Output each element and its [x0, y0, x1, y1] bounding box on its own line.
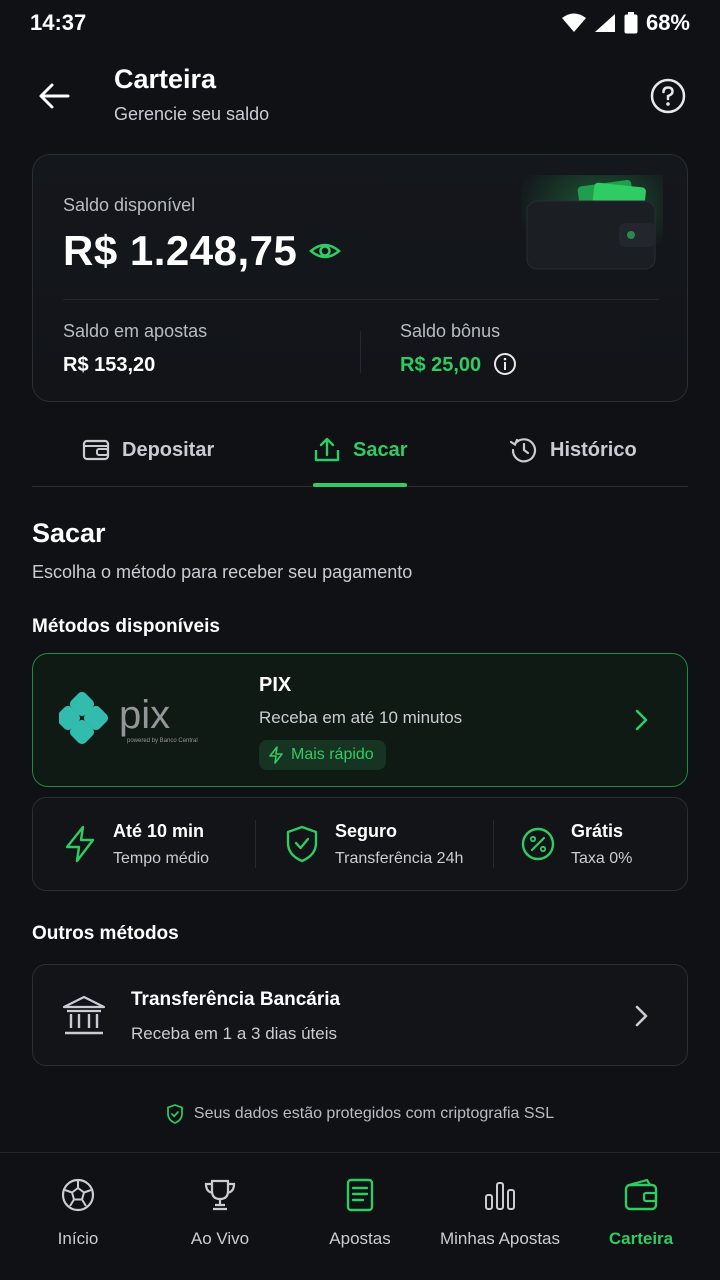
help-icon[interactable]	[650, 78, 686, 114]
cell-signal-icon	[594, 14, 615, 32]
nav-label: Apostas	[329, 1229, 391, 1248]
tab-label: Sacar	[353, 438, 408, 461]
tab-sacar[interactable]: Sacar	[313, 414, 408, 486]
nav-label: Carteira	[608, 1229, 674, 1248]
trophy-icon	[204, 1179, 236, 1211]
chevron-right-icon	[635, 1005, 648, 1027]
pix-features: Até 10 min Tempo médio Seguro Transferênci…	[32, 797, 688, 891]
app-header: Carteira Gerencie seu saldo	[0, 56, 720, 146]
eye-icon[interactable]	[309, 235, 341, 267]
bonus-balance: Saldo bônus R$ 25,00	[400, 321, 517, 377]
bets-balance: Saldo em apostas R$ 153,20	[63, 321, 207, 377]
wallet-icon	[624, 1178, 658, 1211]
feature-subtitle: Tempo médio	[113, 849, 210, 867]
feature-security: Seguro Transferência 24h	[285, 798, 463, 890]
section-title: Sacar	[32, 518, 106, 548]
pix-logo-text: pix	[119, 693, 170, 737]
page-subtitle: Gerencie seu saldo	[114, 104, 270, 124]
bar-chart-icon	[485, 1182, 515, 1210]
pix-logo-caption: powered by Banco Central	[127, 738, 198, 744]
bottom-nav: Início Ao Vivo Apostas Minhas Apostas Ca…	[0, 1152, 720, 1280]
bank-transfer-description: Receba em 1 a 3 dias úteis	[131, 1024, 338, 1043]
wallet-tabs: Depositar Sacar Histórico	[32, 414, 688, 487]
nav-item-inicio[interactable]: Início	[6, 1153, 150, 1280]
bank-transfer-title: Transferência Bancária	[131, 989, 341, 1010]
status-icons: 68%	[561, 10, 690, 36]
other-methods-label: Outros métodos	[32, 923, 179, 944]
soccer-ball-icon	[61, 1178, 95, 1212]
status-bar: 14:37 68%	[0, 0, 720, 48]
balance-value: R$ 1.248,75	[63, 227, 298, 274]
ssl-note: Seus dados estão protegidos com criptogr…	[0, 1104, 720, 1124]
bets-balance-value: R$ 153,20	[63, 354, 156, 376]
pix-method-card[interactable]: pix powered by Banco Central PIX Receba …	[32, 653, 688, 787]
vertical-divider	[360, 331, 361, 373]
tab-depositar[interactable]: Depositar	[82, 414, 214, 486]
balance-label: Saldo disponível	[63, 195, 196, 215]
bolt-icon	[65, 825, 95, 863]
feature-title: Grátis	[571, 820, 624, 841]
feature-subtitle: Transferência 24h	[335, 849, 464, 867]
battery-icon	[624, 12, 638, 34]
wallet-icon	[82, 439, 110, 461]
wallet-illustration-icon	[521, 175, 663, 275]
card-divider	[63, 299, 659, 300]
bonus-balance-value: R$ 25,00	[400, 354, 482, 376]
feature-title: Seguro	[335, 820, 398, 841]
chevron-right-icon	[635, 709, 648, 731]
fastest-badge: Mais rápido	[259, 740, 386, 770]
tab-label: Depositar	[122, 438, 215, 461]
shield-check-icon	[167, 1104, 183, 1124]
ssl-text: Seus dados estão protegidos com criptogr…	[193, 1105, 555, 1122]
status-time: 14:37	[30, 10, 87, 35]
percent-icon	[521, 827, 555, 861]
battery-percent: 68%	[645, 10, 690, 35]
bank-icon	[62, 995, 106, 1035]
balance-card: Saldo disponível R$ 1.248,75 Saldo em ap…	[32, 154, 688, 402]
pix-logo-icon: pix powered by Banco Central	[59, 691, 198, 745]
arrow-left-icon	[39, 83, 70, 109]
bank-transfer-card[interactable]: Transferência Bancária Receba em 1 a 3 d…	[32, 964, 688, 1066]
nav-item-apostas[interactable]: Apostas	[288, 1153, 432, 1280]
page-title: Carteira	[114, 64, 217, 94]
upload-icon	[314, 437, 340, 462]
feature-time: Até 10 min Tempo médio	[63, 798, 209, 890]
feature-divider	[255, 820, 256, 868]
available-methods-label: Métodos disponíveis	[32, 616, 220, 637]
history-icon	[510, 438, 537, 463]
back-button[interactable]	[34, 76, 74, 116]
feature-fee: Grátis Taxa 0%	[521, 798, 632, 890]
shield-check-icon	[286, 825, 318, 863]
section-subtitle: Escolha o método para receber seu pagame…	[32, 562, 413, 582]
fastest-badge-label: Mais rápido	[291, 746, 374, 763]
nav-item-ao-vivo[interactable]: Ao Vivo	[148, 1153, 292, 1280]
feature-subtitle: Taxa 0%	[571, 849, 633, 867]
feature-divider	[493, 820, 494, 868]
nav-item-minhas-apostas[interactable]: Minhas Apostas	[428, 1153, 572, 1280]
tab-underline	[313, 483, 407, 487]
bets-balance-label: Saldo em apostas	[63, 321, 208, 341]
nav-item-carteira[interactable]: Carteira	[569, 1153, 713, 1280]
nav-label: Início	[57, 1229, 99, 1248]
wifi-icon	[561, 13, 586, 32]
info-icon[interactable]	[493, 352, 517, 376]
nav-label: Ao Vivo	[190, 1229, 250, 1248]
ticket-icon	[346, 1178, 374, 1212]
bonus-balance-label: Saldo bônus	[400, 321, 501, 341]
pix-name: PIX	[259, 674, 292, 696]
feature-title: Até 10 min	[113, 820, 205, 841]
nav-label: Minhas Apostas	[439, 1229, 560, 1248]
tab-historico[interactable]: Histórico	[510, 414, 637, 486]
pix-description: Receba em até 10 minutos	[259, 708, 463, 727]
tab-label: Histórico	[550, 438, 637, 461]
bolt-icon	[269, 746, 283, 764]
